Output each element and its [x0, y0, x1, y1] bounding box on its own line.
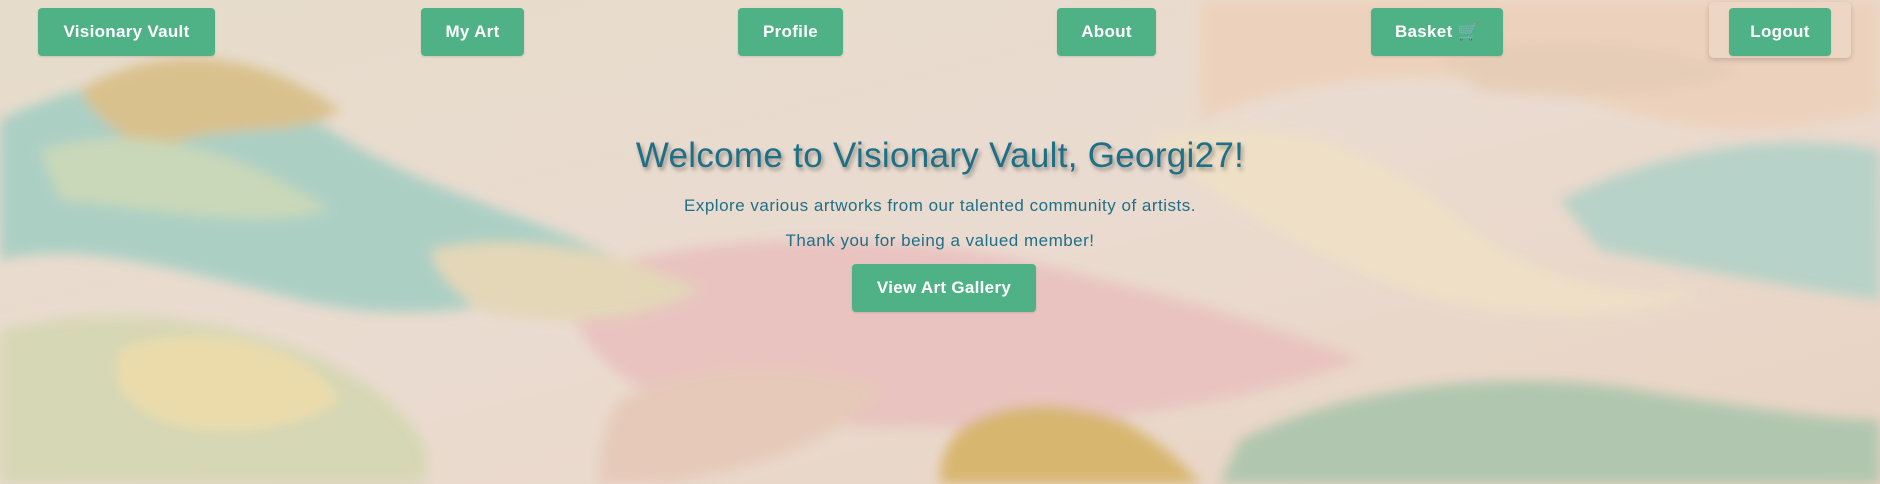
welcome-heading: Welcome to Visionary Vault, Georgi27!	[635, 136, 1245, 175]
thank-you-text: Thank you for being a valued member!	[785, 231, 1095, 250]
about-button[interactable]: About	[1057, 8, 1156, 56]
intro-text: Explore various artworks from our talent…	[684, 196, 1196, 215]
logout-container: Logout	[1709, 2, 1851, 58]
profile-button[interactable]: Profile	[738, 8, 843, 56]
view-art-gallery-button[interactable]: View Art Gallery	[852, 264, 1036, 312]
brand-home-button[interactable]: Visionary Vault	[38, 8, 215, 56]
top-navigation: Visionary Vault My Art Profile About Bas…	[0, 0, 1880, 64]
my-art-button[interactable]: My Art	[421, 8, 524, 56]
page: Visionary Vault My Art Profile About Bas…	[0, 0, 1880, 484]
logout-button[interactable]: Logout	[1729, 8, 1831, 56]
basket-button[interactable]: Basket 🛒	[1371, 8, 1503, 56]
welcome-hero: Welcome to Visionary Vault, Georgi27! Ex…	[0, 132, 1880, 250]
